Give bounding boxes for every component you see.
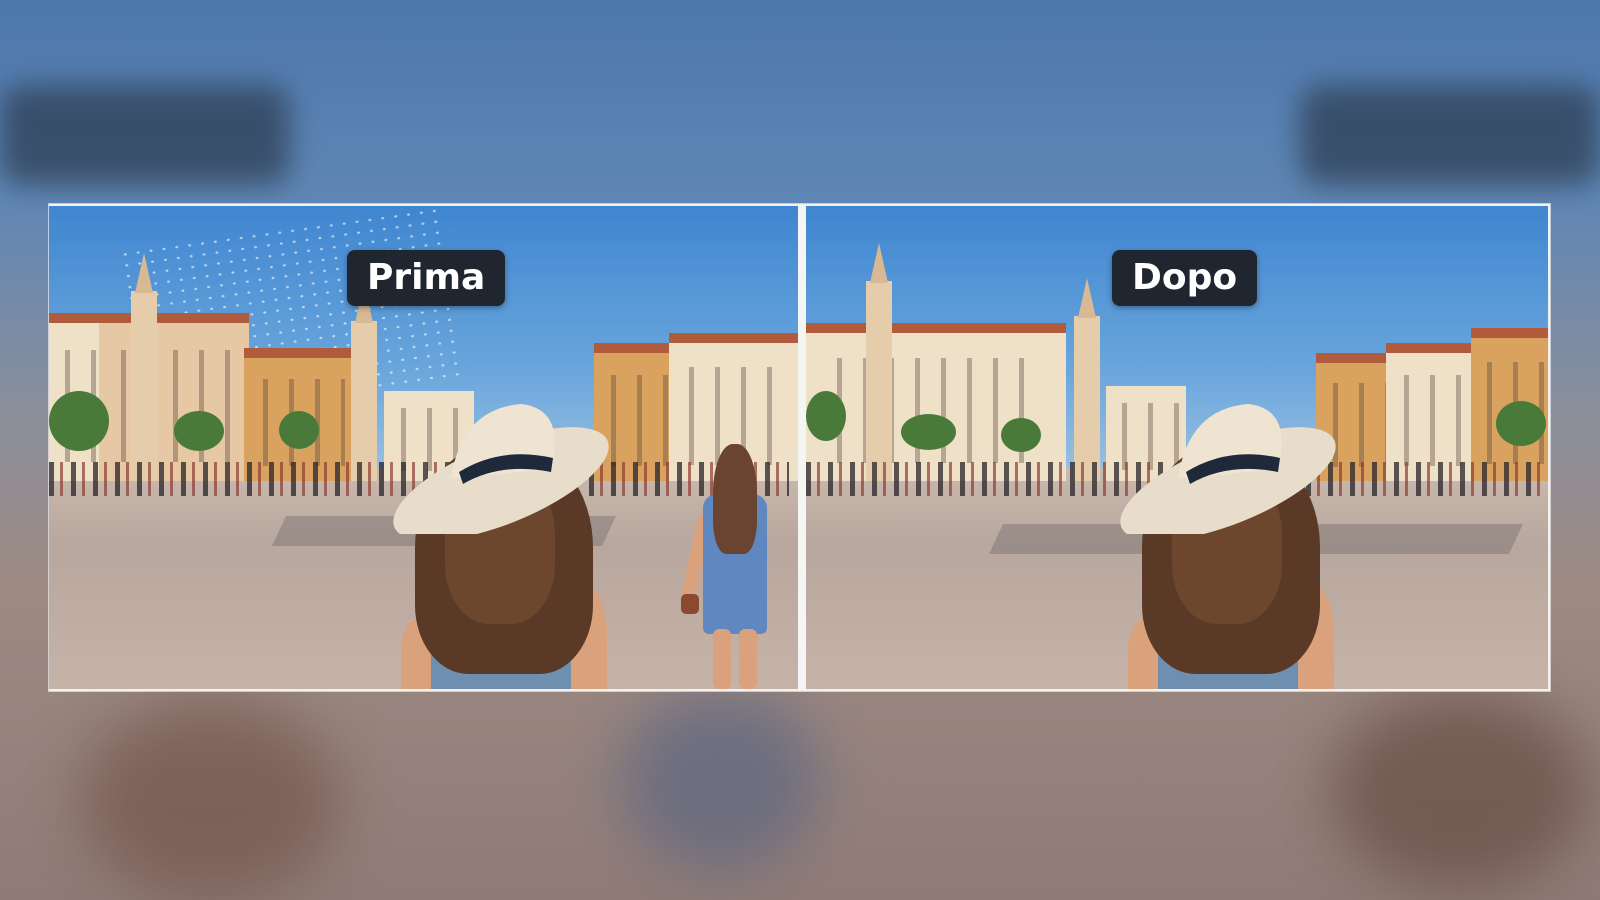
comparison-divider <box>798 204 806 691</box>
before-label: Prima <box>347 250 506 306</box>
bell-tower <box>1074 278 1100 482</box>
after-photo: Dopo <box>806 206 1548 689</box>
before-photo: Prima <box>49 206 798 689</box>
building <box>99 313 249 482</box>
church-tower <box>866 243 892 482</box>
walking-girl <box>679 444 791 689</box>
woman-with-hat <box>393 384 621 689</box>
before-after-comparison: Prima Dopo <box>49 204 1550 691</box>
tree <box>1496 401 1546 446</box>
tree <box>901 414 956 450</box>
church-tower <box>131 253 157 482</box>
sun-hat <box>381 384 621 541</box>
tree <box>806 391 846 441</box>
blurred-shape-right <box>1300 85 1600 185</box>
blurred-shape-left <box>0 85 290 185</box>
blurred-shape <box>1330 690 1590 890</box>
tree <box>49 391 109 451</box>
tree <box>174 411 224 451</box>
blurred-shape <box>80 700 340 900</box>
building <box>806 323 1066 482</box>
woman-with-hat <box>1120 384 1348 689</box>
tree <box>1001 418 1041 452</box>
blurred-shape <box>620 690 820 870</box>
after-label: Dopo <box>1112 250 1258 306</box>
bell-tower <box>351 283 377 482</box>
tree <box>279 411 319 449</box>
sun-hat <box>1108 384 1348 541</box>
